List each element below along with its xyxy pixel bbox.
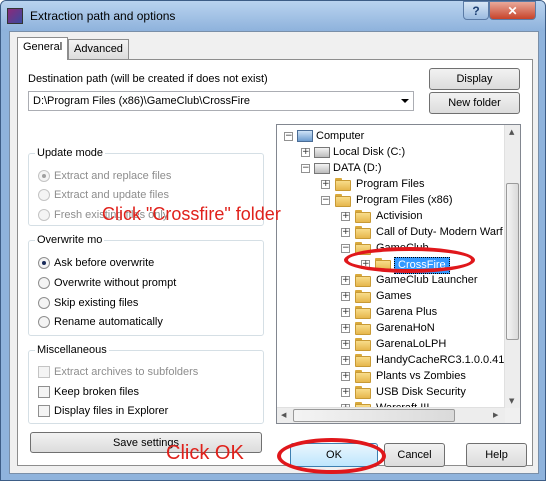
tree-label: Call of Duty- Modern Warf [376, 226, 503, 238]
new-folder-button[interactable]: New folder [429, 92, 520, 114]
extraction-dialog: Extraction path and options ? ✕ General … [0, 0, 546, 481]
miscellaneous-title: Miscellaneous [35, 344, 109, 356]
scroll-corner [505, 408, 520, 423]
folder-icon [355, 338, 371, 351]
radio-label: Rename automatically [54, 316, 163, 328]
folder-icon [355, 386, 371, 399]
folder-icon [355, 306, 371, 319]
annotation-click-ok: Click OK [166, 442, 244, 464]
checkbox-label: Extract archives to subfolders [54, 366, 199, 378]
tree-label: Garena Plus [376, 306, 438, 318]
radio-label: Ask before overwrite [54, 257, 155, 269]
folder-icon [355, 226, 371, 239]
expand-icon[interactable]: + [341, 388, 350, 397]
tree-label: Activision [376, 210, 423, 222]
expand-icon[interactable]: + [341, 292, 350, 301]
update-mode-title: Update mode [35, 147, 106, 159]
collapse-icon[interactable]: − [301, 164, 310, 173]
display-button[interactable]: Display [429, 68, 520, 90]
destination-path-combo[interactable]: D:\Program Files (x86)\GameClub\CrossFir… [28, 91, 414, 111]
drive-icon [314, 163, 330, 174]
radio-label: Extract and update files [54, 189, 169, 201]
checkbox-display-in-explorer[interactable] [38, 405, 50, 417]
tree-label: Computer [316, 130, 365, 142]
destination-label: Destination path (will be created if doe… [28, 73, 268, 85]
folder-icon [355, 370, 371, 383]
tree-label: Program Files [356, 178, 425, 190]
expand-icon[interactable]: + [341, 212, 350, 221]
radio-extract-replace[interactable] [38, 170, 50, 182]
tree-label: DATA (D:) [333, 162, 382, 174]
radio-label: Skip existing files [54, 297, 139, 309]
expand-icon[interactable]: + [341, 228, 350, 237]
folder-tree[interactable]: − Computer + Local Disk (C:) − DATA (D:)… [276, 124, 521, 424]
expand-icon[interactable]: + [341, 276, 350, 285]
checkbox-label: Keep broken files [54, 386, 139, 398]
expand-icon[interactable]: + [341, 340, 350, 349]
tab-general[interactable]: General [17, 37, 69, 60]
close-button[interactable]: ✕ [489, 1, 536, 20]
destination-path-value: D:\Program Files (x86)\GameClub\CrossFir… [33, 95, 250, 107]
tree-label: GarenaLoLPH [376, 338, 447, 350]
radio-overwrite-without-prompt[interactable] [38, 277, 50, 289]
annotation-ellipse-ok [277, 438, 386, 474]
window-title: Extraction path and options [30, 9, 176, 23]
winrar-icon [7, 8, 23, 24]
tree-label: Local Disk (C:) [333, 146, 406, 158]
collapse-icon[interactable]: − [321, 196, 330, 205]
radio-extract-update[interactable] [38, 189, 50, 201]
radio-skip-existing[interactable] [38, 297, 50, 309]
collapse-icon[interactable]: − [341, 244, 350, 253]
expand-icon[interactable]: + [341, 324, 350, 333]
expand-icon[interactable]: + [341, 356, 350, 365]
scroll-down-icon[interactable]: ▼ [509, 397, 514, 405]
tree-label: Plants vs Zombies [376, 370, 466, 382]
computer-icon [297, 130, 313, 142]
tree-label: HandyCacheRC3.1.0.0.41 [376, 354, 505, 366]
help-button[interactable]: Help [466, 443, 527, 467]
overwrite-mode-title: Overwrite mo [35, 234, 105, 246]
folder-icon [335, 178, 351, 191]
tree-label: Games [376, 290, 412, 302]
vertical-scrollbar[interactable]: ▲ ▼ [504, 125, 520, 408]
radio-label: Overwrite without prompt [54, 277, 177, 289]
checkbox-extract-subfolders[interactable] [38, 366, 50, 378]
folder-icon [335, 194, 351, 207]
folder-icon [355, 354, 371, 367]
expand-icon[interactable]: + [341, 308, 350, 317]
folder-icon [355, 274, 371, 287]
scroll-up-icon[interactable]: ▲ [509, 128, 514, 136]
expand-icon[interactable]: + [341, 372, 350, 381]
expand-icon[interactable]: + [321, 180, 330, 189]
horizontal-scrollbar[interactable]: ◀ ▶ [277, 407, 505, 423]
horizontal-scroll-thumb[interactable] [293, 409, 455, 422]
tree-label: Program Files (x86) [356, 194, 453, 206]
radio-fresh-existing[interactable] [38, 209, 50, 221]
drive-icon [314, 147, 330, 158]
tab-advanced[interactable]: Advanced [68, 39, 129, 59]
title-bar[interactable]: Extraction path and options ? ✕ [1, 1, 545, 31]
folder-icon [355, 210, 371, 223]
scroll-right-icon[interactable]: ▶ [493, 411, 498, 419]
radio-rename-automatically[interactable] [38, 316, 50, 328]
tree-label: GameClub Launcher [376, 274, 478, 286]
annotation-click-crossfire: Click "Crossfire" folder [102, 204, 281, 224]
expand-icon[interactable]: + [301, 148, 310, 157]
collapse-icon[interactable]: − [284, 132, 293, 141]
scroll-left-icon[interactable]: ◀ [281, 411, 286, 419]
vertical-scroll-thumb[interactable] [506, 183, 519, 340]
radio-ask-before-overwrite[interactable] [38, 257, 50, 269]
chevron-down-icon[interactable] [401, 99, 409, 103]
checkbox-label: Display files in Explorer [54, 405, 169, 417]
cancel-button[interactable]: Cancel [384, 443, 445, 467]
title-help-button[interactable]: ? [463, 1, 489, 20]
folder-icon [355, 322, 371, 335]
checkbox-keep-broken-files[interactable] [38, 386, 50, 398]
folder-icon [355, 290, 371, 303]
tree-label: GarenaHoN [376, 322, 435, 334]
tree-label: USB Disk Security [376, 386, 466, 398]
annotation-ellipse-crossfire [344, 247, 475, 273]
radio-label: Extract and replace files [54, 170, 172, 182]
